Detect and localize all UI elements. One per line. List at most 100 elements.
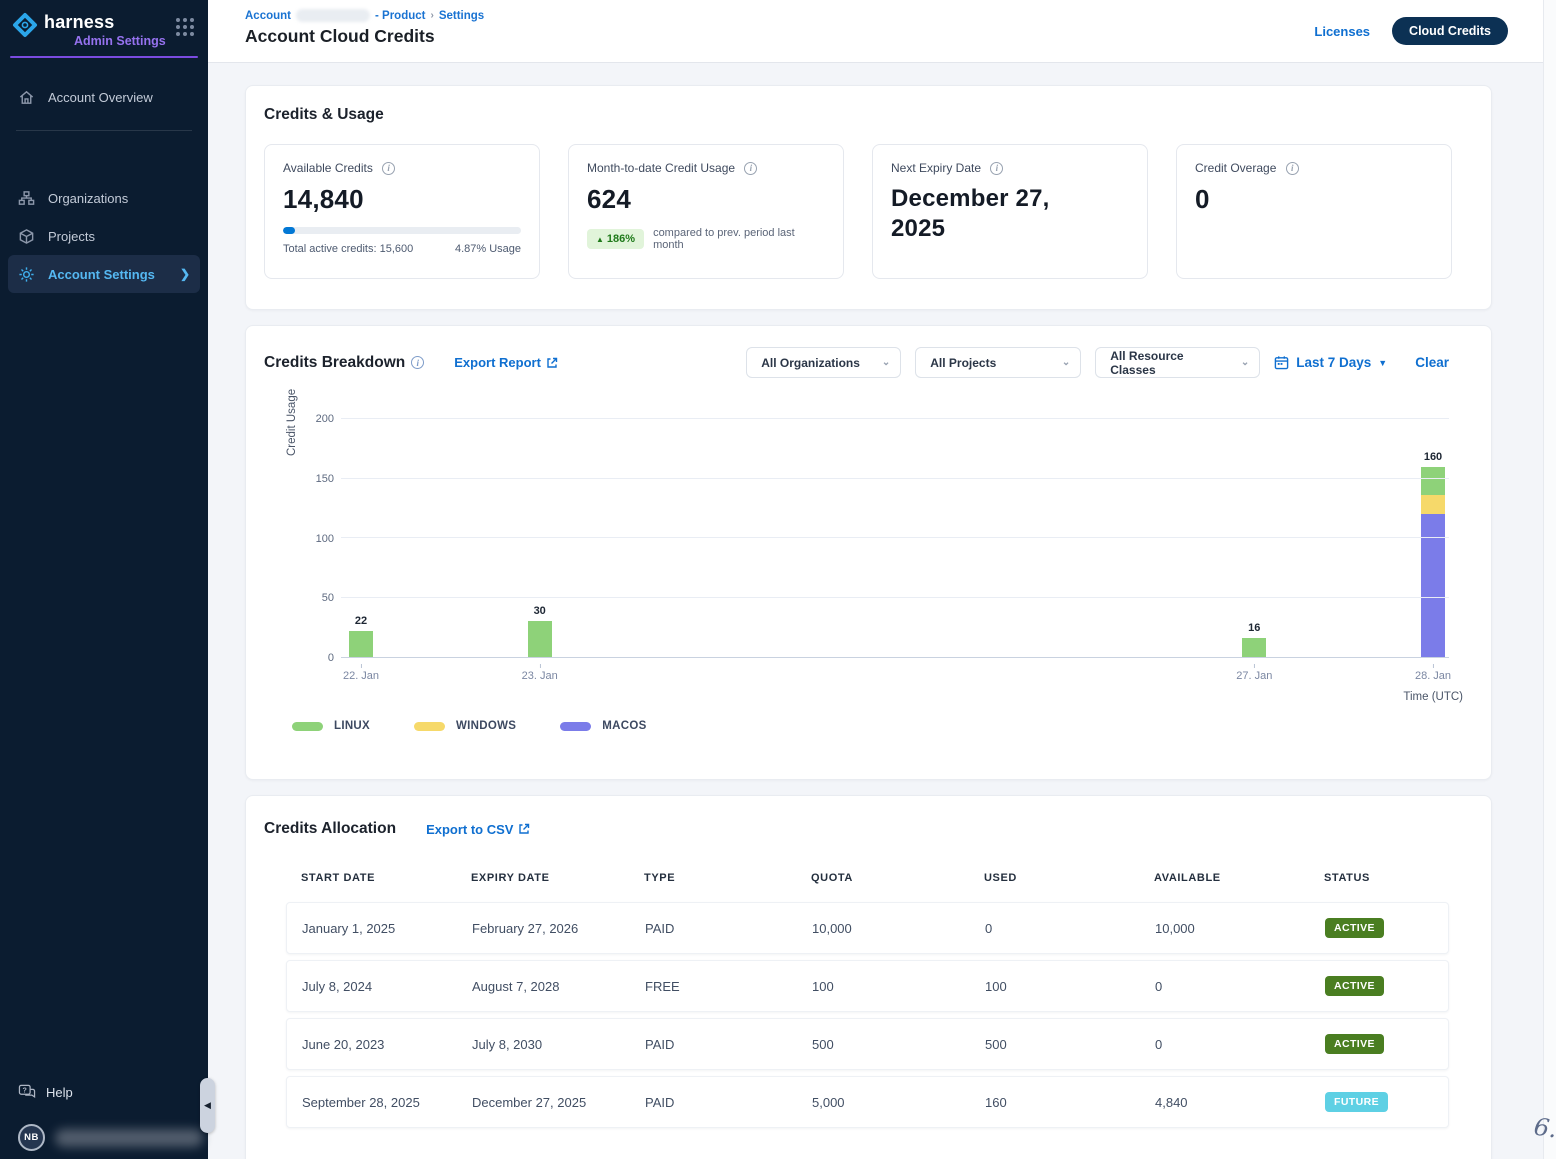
page-header: Account - Product › Settings Account Clo… [208,0,1556,63]
chart-bar-28Jan[interactable]: 160 [1421,419,1445,657]
status-badge: ACTIVE [1325,1034,1384,1054]
legend-item-linux[interactable]: LINUX [292,720,370,732]
caret-down-icon: ▼ [1378,358,1387,368]
info-icon[interactable]: i [990,162,1003,175]
chevron-down-icon: ⌄ [1231,357,1249,368]
available-credits-card: Available Credits i 14,840 Total active … [264,144,540,279]
breadcrumb-separator: › [430,10,433,21]
available-credits-value: 14,840 [283,184,521,215]
breadcrumb-settings[interactable]: Settings [439,10,484,22]
projects-filter[interactable]: All Projects ⌄ [915,347,1081,378]
usage-percent: 4.87% Usage [455,243,521,255]
external-link-icon [518,823,530,835]
credits-allocation-title: Credits Allocation [264,820,396,838]
bar-segment-linux[interactable] [528,621,552,657]
chart-bar-22Jan[interactable]: 22 [349,419,373,657]
chart-y-ticks: 050100150200 [246,419,334,658]
org-chart-icon [18,190,35,207]
info-icon[interactable]: i [744,162,757,175]
external-link-icon [546,357,558,369]
harness-logo-icon [12,12,38,38]
allocation-table: START DATE EXPIRY DATE TYPE QUOTA USED A… [286,872,1449,1128]
help-button[interactable]: ? Help [18,1084,208,1100]
svg-text:?: ? [23,1086,27,1094]
help-chat-icon: ? [18,1084,36,1100]
table-row[interactable]: September 28, 2025 December 27, 2025 PAI… [286,1076,1449,1128]
handwritten-annotation: 6. [1532,1113,1556,1144]
breadcrumb-account[interactable]: Account [245,10,291,22]
sidebar-item-account-overview[interactable]: Account Overview [0,78,208,116]
licenses-link[interactable]: Licenses [1314,24,1370,39]
total-active-credits: Total active credits: 15,600 [283,243,413,255]
credits-progress-bar [283,227,521,234]
bar-segment-windows[interactable] [1421,495,1445,514]
arrow-up-icon: ▲ [596,235,604,244]
legend-item-macos[interactable]: MACOS [560,720,646,732]
sidebar-item-organizations[interactable]: Organizations [0,179,208,217]
legend-swatch [560,722,591,731]
credits-breakdown-chart: 22 30 16 160 [341,419,1449,658]
legend-swatch [414,722,445,731]
credit-overage-card: Credit Overage i 0 [1176,144,1452,279]
sidebar-item-projects[interactable]: Projects [0,217,208,255]
table-row[interactable]: July 8, 2024 August 7, 2028 FREE 100 100… [286,960,1449,1012]
mtd-usage-card: Month-to-date Credit Usage i 624 ▲186% c… [568,144,844,279]
bar-segment-macos[interactable] [1421,514,1445,657]
resource-classes-filter[interactable]: All Resource Classes ⌄ [1095,347,1260,378]
table-row[interactable]: January 1, 2025 February 27, 2026 PAID 1… [286,902,1449,954]
export-report-link[interactable]: Export Report [454,355,558,370]
next-expiry-value: December 27, 2025 [891,184,1081,244]
info-icon[interactable]: i [1286,162,1299,175]
user-account-row[interactable]: NB [18,1124,208,1151]
cube-icon [18,228,35,245]
app-switcher-icon[interactable] [176,18,194,36]
legend-item-windows[interactable]: WINDOWS [414,720,516,732]
delta-note: compared to prev. period last month [653,227,825,251]
status-badge: ACTIVE [1325,918,1384,938]
chart-bar-27Jan[interactable]: 16 [1242,419,1266,657]
export-csv-link[interactable]: Export to CSV [426,822,530,837]
status-badge: FUTURE [1325,1092,1388,1112]
chart-bar-23Jan[interactable]: 30 [528,419,552,657]
table-row[interactable]: June 20, 2023 July 8, 2030 PAID 500 500 … [286,1018,1449,1070]
chevron-down-icon: ⌄ [872,357,890,368]
info-icon[interactable]: i [411,356,424,369]
redacted-account-name [296,9,370,22]
main-content: Credits & Usage Available Credits i 14,8… [208,63,1556,1159]
cloud-credits-button[interactable]: Cloud Credits [1392,17,1508,45]
sidebar-collapse-handle[interactable]: ◀ [200,1078,215,1133]
brand-name: harness [44,12,176,32]
info-icon[interactable]: i [382,162,395,175]
sidebar-divider [16,130,192,131]
clear-filters-link[interactable]: Clear [1415,355,1449,370]
chevron-right-icon: ❯ [180,267,190,281]
bar-segment-linux[interactable] [1421,467,1445,496]
sidebar: harness Admin Settings Account Overview … [0,0,208,1159]
available-credits-progress-fill [283,227,295,234]
calendar-icon [1274,355,1289,370]
redacted-user-name [55,1129,203,1147]
sidebar-item-account-settings[interactable]: Account Settings ❯ [8,255,200,293]
organizations-filter[interactable]: All Organizations ⌄ [746,347,901,378]
breadcrumb-product[interactable]: - Product [375,10,425,22]
brand-divider [10,56,198,58]
admin-settings-label: Admin Settings [74,34,176,48]
table-header-row: START DATE EXPIRY DATE TYPE QUOTA USED A… [286,872,1449,884]
delta-badge: ▲186% [587,229,644,249]
avatar[interactable]: NB [18,1124,45,1151]
chart-x-ticks: 22. Jan23. Jan27. Jan28. Jan [361,664,1433,684]
gear-icon [18,266,35,283]
legend-swatch [292,722,323,731]
date-range-picker[interactable]: Last 7 Days ▼ [1274,355,1387,370]
bar-segment-linux[interactable] [1242,638,1266,657]
status-badge: ACTIVE [1325,976,1384,996]
chart-x-axis-label: Time (UTC) [1403,691,1463,703]
bar-segment-linux[interactable] [349,631,373,657]
page-scrollbar[interactable] [1543,0,1556,1159]
credits-breakdown-section: Credits Breakdown i Export Report All Or… [245,325,1492,780]
mtd-usage-value: 624 [587,184,825,215]
credits-usage-title: Credits & Usage [264,106,1473,124]
credit-overage-value: 0 [1195,184,1433,215]
chevron-down-icon: ⌄ [1052,357,1070,368]
credits-allocation-section: Credits Allocation Export to CSV START D… [245,795,1492,1159]
